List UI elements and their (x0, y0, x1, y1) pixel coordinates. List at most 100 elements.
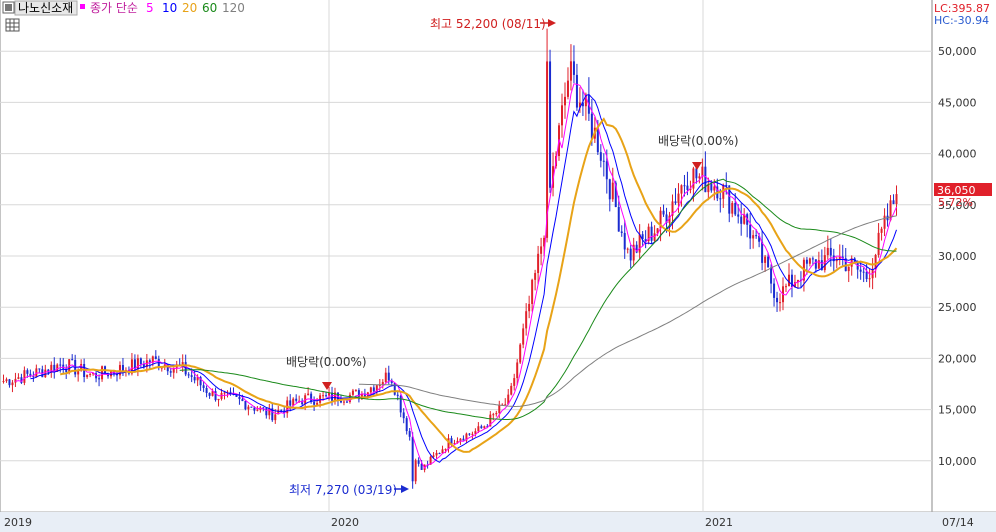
y-tick-label: 25,000 (938, 301, 977, 314)
candle-body (566, 80, 569, 97)
candle-body (372, 387, 375, 392)
table-icon[interactable] (5, 18, 20, 32)
candle-body (575, 74, 578, 108)
candle-body (247, 406, 250, 410)
candle-body (274, 414, 277, 421)
x-tick-label: 2019 (4, 516, 32, 529)
current-change: 5.72% (938, 196, 973, 209)
candle-body (17, 377, 20, 379)
candle-body (253, 407, 256, 411)
candle-body (205, 387, 208, 393)
candle-body (611, 182, 614, 200)
candle-body (835, 260, 838, 262)
candle-body (680, 185, 683, 194)
candle-body (650, 226, 653, 241)
candle-body (325, 395, 328, 397)
candle-body (396, 394, 399, 396)
candle-body (265, 408, 268, 416)
candle-body (653, 233, 656, 241)
candle-body (471, 433, 474, 435)
candle-body (773, 283, 776, 298)
candle-body (462, 438, 465, 441)
candle-body (602, 160, 605, 162)
candle-body (531, 279, 534, 304)
candle-body (187, 374, 190, 376)
candle-body (295, 398, 298, 401)
candle-body (5, 379, 8, 382)
candle-body (98, 378, 101, 380)
candle-body (2, 381, 5, 383)
price-axis: 10,00015,00020,00025,00030,00035,00040,0… (938, 45, 977, 468)
candle-body (740, 216, 743, 224)
candle-body (674, 201, 677, 204)
candle-body (322, 395, 325, 397)
candle-body (217, 398, 220, 401)
candle-body (468, 433, 471, 435)
candle-body (483, 426, 486, 429)
candle-body (387, 372, 390, 381)
candle-body (540, 246, 543, 254)
candle-body (339, 400, 342, 403)
candle-body (313, 401, 316, 405)
candle-body (817, 260, 820, 269)
candle-body (811, 258, 814, 260)
candle-body (865, 271, 868, 280)
candle-body (241, 399, 244, 402)
candle-body (121, 365, 124, 371)
y-tick-label: 20,000 (938, 352, 977, 365)
candle-body (549, 61, 552, 188)
candle-body (572, 61, 575, 75)
candle-body (829, 247, 832, 256)
candle-body (770, 267, 773, 284)
low-label: 최저 7,270 (03/19) (289, 483, 397, 497)
current-price-badge: 36,050 5.72% (934, 183, 992, 209)
candle-body (292, 398, 295, 406)
stock-name: 나노신소재 (18, 1, 73, 15)
candle-body (89, 373, 92, 375)
candle-body (677, 193, 680, 204)
candle-body (629, 248, 632, 261)
candle-body (169, 371, 172, 373)
candle-body (787, 274, 790, 287)
ma60-label: 60 (202, 1, 217, 15)
candle-body (444, 448, 447, 450)
ma10-label: 10 (162, 1, 177, 15)
candle-body (223, 392, 226, 394)
candle-body (537, 253, 540, 274)
candle-body (605, 161, 608, 180)
candle-body (369, 387, 372, 393)
candle-body (563, 96, 566, 106)
candle-body (477, 426, 480, 432)
candle-body (438, 452, 441, 454)
candle-body (892, 200, 895, 205)
candle-body (569, 61, 572, 81)
hc-value: HC:-30.94 (934, 14, 989, 27)
candle-body (384, 372, 387, 383)
candle-body (136, 358, 139, 370)
candle-body (238, 396, 241, 400)
candle-body (71, 359, 74, 361)
candle-body (38, 368, 41, 370)
y-tick-label: 50,000 (938, 45, 977, 58)
candle-body (229, 391, 232, 394)
candle-body (710, 183, 713, 191)
candle-body (190, 375, 193, 377)
candle-body (26, 370, 29, 374)
candle-body (23, 370, 26, 383)
candle-body (289, 400, 292, 406)
stock-chart[interactable]: 10,00015,00020,00025,00030,00035,00040,0… (0, 0, 996, 532)
candle-body (516, 362, 519, 379)
y-tick-label: 10,000 (938, 455, 977, 468)
dividend-label-2: 배당락(0.00%) (658, 134, 739, 148)
candle-body (880, 228, 883, 233)
candle-body (417, 460, 420, 464)
candle-body (704, 166, 707, 193)
ma-prefix: 종가 단순 (90, 1, 138, 15)
candle-body (86, 374, 89, 377)
candle-body (528, 303, 531, 312)
candle-body (414, 460, 417, 482)
candle-body (316, 402, 319, 405)
candle-body (859, 269, 862, 272)
candle-body (761, 241, 764, 263)
candle-body (590, 113, 593, 139)
